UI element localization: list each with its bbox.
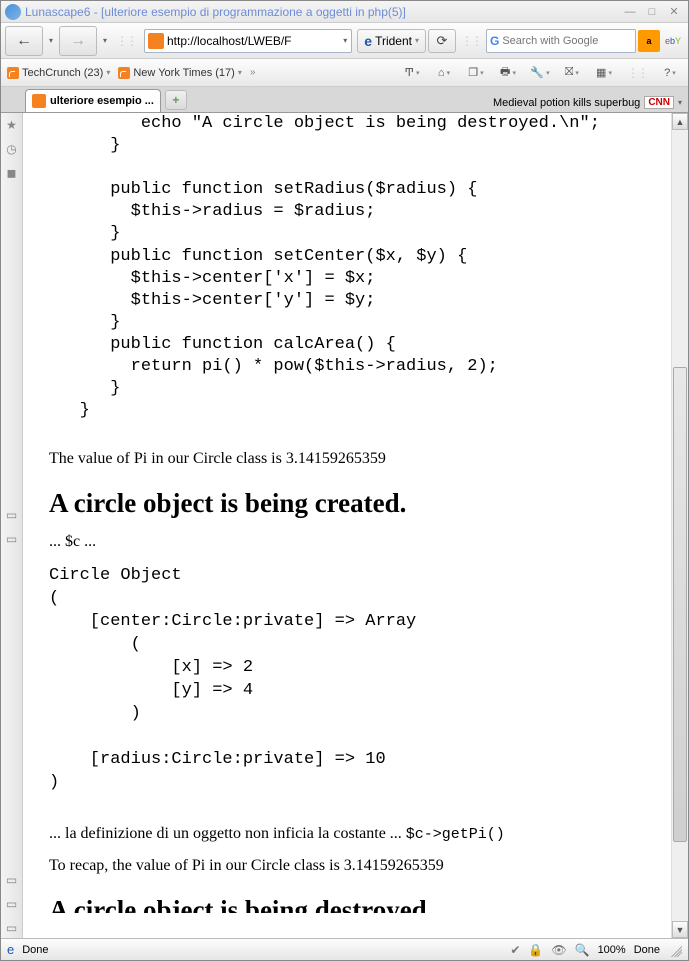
google-icon: G	[490, 34, 499, 48]
chevron-down-icon: ▾	[106, 68, 110, 77]
tool-block-button[interactable]: ⛝▾	[560, 63, 584, 83]
back-menu-icon[interactable]: ▾	[45, 26, 57, 56]
tool-text-button[interactable]: Ͳ▾	[400, 63, 424, 83]
zoom-icon[interactable]: 🔍	[575, 943, 590, 957]
ie-icon: e	[7, 942, 14, 957]
paragraph: To recap, the value of Pi in our Circle …	[49, 857, 653, 875]
ticker-headline: Medieval potion kills superbug	[493, 97, 640, 109]
ebay-button[interactable]: ebY	[662, 30, 684, 52]
tool-print-button[interactable]: 🖶▾	[496, 63, 520, 83]
folder-icon[interactable]: ▭	[4, 872, 20, 888]
rss-sidebar-icon[interactable]: ◼	[4, 165, 20, 181]
paragraph: The value of Pi in our Circle class is 3…	[49, 450, 653, 468]
reload-button[interactable]: ⟳	[428, 29, 456, 53]
main-toolbar: ← ▾ → ▾ ⋮⋮ http://localhost/LWEB/F ▾ e T…	[1, 23, 688, 59]
tab-bar: ulteriore esempio ... + Medieval potion …	[1, 87, 688, 113]
ticker-source-badge: CNN	[644, 96, 674, 109]
window-title: Lunascape6 - [ulteriore esempio di progr…	[25, 5, 620, 19]
zoom-level[interactable]: 100%	[598, 944, 626, 956]
toolbar-grip-icon: ⋮⋮	[116, 34, 136, 48]
url-text[interactable]: http://localhost/LWEB/F	[167, 34, 339, 48]
tool-grid-button[interactable]: ▦▾	[592, 63, 616, 83]
folder-icon[interactable]: ▭	[4, 507, 20, 523]
paragraph: ... $c ...	[49, 533, 653, 551]
address-bar[interactable]: http://localhost/LWEB/F ▾	[144, 29, 352, 53]
news-ticker[interactable]: Medieval potion kills superbug CNN ▾	[493, 96, 686, 109]
window-titlebar: Lunascape6 - [ulteriore esempio di progr…	[1, 1, 688, 23]
status-bar: e Done ✔ 🔒 👁 🔍 100% Done	[1, 938, 688, 960]
resize-grip[interactable]	[668, 943, 682, 957]
folder-icon[interactable]: ▭	[4, 920, 20, 936]
lock-icon[interactable]: 🔒	[528, 943, 543, 957]
back-button[interactable]: ←	[5, 26, 43, 56]
page-content: echo "A circle object is being destroyed…	[23, 113, 671, 938]
clock-icon[interactable]: ◷	[4, 141, 20, 157]
heading-cutoff: A circle object is being destroyed.	[49, 895, 653, 913]
rss-icon	[118, 67, 130, 79]
tab-title: ulteriore esempio ...	[50, 95, 154, 107]
overflow-icon[interactable]: »	[250, 67, 256, 78]
eye-icon[interactable]: 👁	[551, 943, 566, 957]
folder-icon[interactable]: ▭	[4, 896, 20, 912]
vertical-scrollbar[interactable]: ▲ ▼	[671, 113, 688, 938]
bookmark-nyt[interactable]: New York Times (17) ▾	[118, 67, 242, 79]
forward-menu-icon[interactable]: ▾	[99, 26, 111, 56]
engine-label: Trident	[375, 34, 412, 48]
scroll-track[interactable]	[672, 130, 688, 921]
tab-favicon	[32, 94, 46, 108]
heading: A circle object is being created.	[49, 488, 653, 519]
tool-settings-button[interactable]: 🔧▾	[528, 63, 552, 83]
inline-code: $c->getPi()	[406, 826, 505, 843]
trident-icon: e	[364, 33, 372, 49]
chevron-down-icon: ▾	[678, 98, 682, 107]
tool-window-button[interactable]: ❐▾	[464, 63, 488, 83]
bookmark-label: TechCrunch (23)	[22, 67, 103, 79]
chevron-down-icon: ▾	[415, 36, 419, 45]
bookmarks-toolbar: TechCrunch (23) ▾ New York Times (17) ▾ …	[1, 59, 688, 87]
scroll-thumb[interactable]	[673, 367, 687, 842]
search-bar[interactable]: G ▾	[486, 29, 636, 53]
scroll-up-button[interactable]: ▲	[672, 113, 688, 130]
code-block: echo "A circle object is being destroyed…	[49, 113, 653, 422]
text-span: ... la definizione di un oggetto non inf…	[49, 825, 406, 842]
content-area: ★ ◷ ◼ ▭ ▭ ▭ ▭ ▭ echo "A circle object is…	[1, 113, 688, 938]
star-icon[interactable]: ★	[4, 117, 20, 133]
amazon-button[interactable]: a	[638, 30, 660, 52]
folder-icon[interactable]: ▭	[4, 531, 20, 547]
scroll-down-button[interactable]: ▼	[672, 921, 688, 938]
minimize-button[interactable]: —	[620, 4, 640, 20]
url-dropdown-icon[interactable]: ▾	[339, 26, 351, 56]
site-icon	[148, 33, 164, 49]
tab-active[interactable]: ulteriore esempio ...	[25, 89, 161, 112]
toolbar-grip-icon: ⋮⋮	[627, 66, 647, 80]
tool-home-button[interactable]: ⌂▾	[432, 63, 456, 83]
status-text-left: Done	[22, 944, 48, 956]
forward-button[interactable]: →	[59, 26, 97, 56]
search-input[interactable]	[502, 35, 644, 47]
close-button[interactable]: ✕	[664, 4, 684, 20]
toolbar-grip-icon: ⋮⋮	[461, 34, 481, 48]
shield-icon[interactable]: ✔	[510, 943, 520, 957]
help-button[interactable]: ?▾	[658, 63, 682, 83]
left-sidebar: ★ ◷ ◼ ▭ ▭ ▭ ▭ ▭	[1, 113, 23, 938]
new-tab-button[interactable]: +	[165, 90, 187, 110]
rendering-engine-selector[interactable]: e Trident ▾	[357, 29, 426, 53]
rss-icon	[7, 67, 19, 79]
maximize-button[interactable]: □	[642, 4, 662, 20]
bookmark-techcrunch[interactable]: TechCrunch (23) ▾	[7, 67, 110, 79]
bookmark-label: New York Times (17)	[133, 67, 234, 79]
status-text-right: Done	[634, 944, 660, 956]
chevron-down-icon: ▾	[238, 68, 242, 77]
preformatted-output: Circle Object ( [center:Circle:private] …	[49, 565, 653, 794]
paragraph: ... la definizione di un oggetto non inf…	[49, 825, 653, 843]
app-icon	[5, 4, 21, 20]
